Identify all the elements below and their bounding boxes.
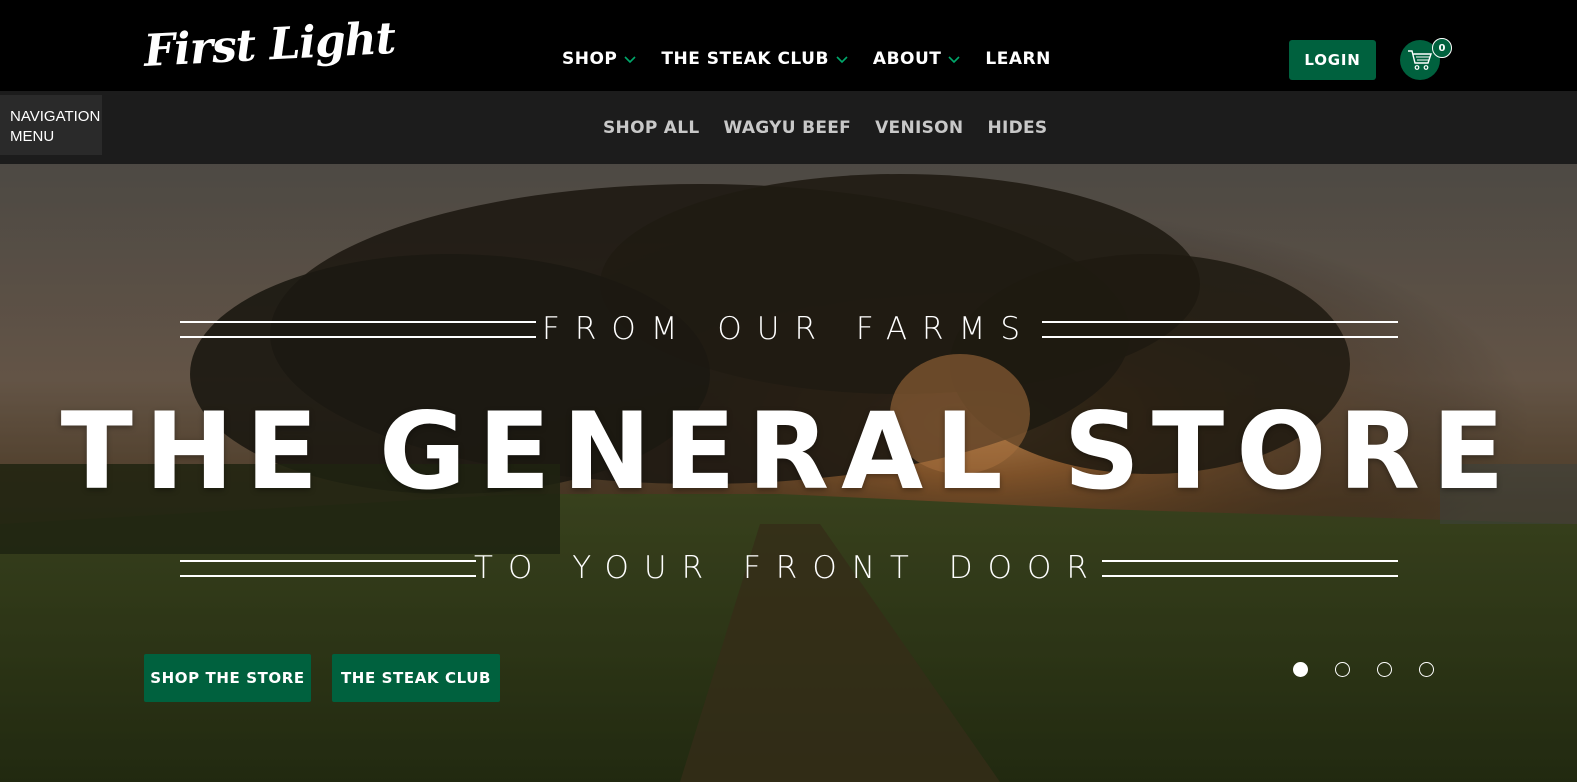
- top-header: First Light SHOP THE STEAK CLUB ABOUT LE…: [0, 0, 1577, 91]
- nav-item-steak-club[interactable]: THE STEAK CLUB: [661, 47, 849, 71]
- hero-banner: FROM OUR FARMS THE GENERAL STORE TO YOUR…: [0, 164, 1577, 782]
- main-nav: SHOP THE STEAK CLUB ABOUT LEARN: [562, 47, 1075, 71]
- chevron-down-icon: [836, 56, 848, 64]
- carousel-dot-4[interactable]: [1419, 662, 1434, 677]
- carousel-dot-3[interactable]: [1377, 662, 1392, 677]
- first-light-logo[interactable]: First Light: [143, 13, 397, 80]
- nav-item-label: SHOP: [562, 49, 618, 69]
- hero-eyebrow: FROM OUR FARMS: [541, 311, 1035, 347]
- carousel-dot-1[interactable]: [1293, 662, 1308, 677]
- nav-item-label: LEARN: [985, 49, 1051, 69]
- hero-tagline: TO YOUR FRONT DOOR: [474, 550, 1103, 586]
- nav-item-label: ABOUT: [872, 49, 942, 69]
- subnav-item-wagyu-beef[interactable]: WAGYU BEEF: [724, 118, 852, 138]
- nav-item-label: THE STEAK CLUB: [661, 49, 829, 69]
- cart-count-badge: 0: [1432, 38, 1452, 58]
- shop-sub-nav: SHOP ALL WAGYU BEEF VENISON HIDES: [603, 118, 1071, 138]
- subnav-item-hides[interactable]: HIDES: [987, 118, 1047, 138]
- carousel-dot-2[interactable]: [1335, 662, 1350, 677]
- shopping-cart-icon: [1408, 50, 1432, 70]
- subnav-item-venison[interactable]: VENISON: [875, 118, 963, 138]
- navigation-menu-button[interactable]: NAVIGATION MENU: [0, 95, 102, 155]
- subnav-item-shop-all[interactable]: SHOP ALL: [603, 118, 700, 138]
- shop-the-store-button[interactable]: SHOP THE STORE: [144, 654, 311, 702]
- nav-item-about[interactable]: ABOUT: [873, 47, 961, 71]
- the-steak-club-button[interactable]: THE STEAK CLUB: [332, 654, 500, 702]
- nav-item-shop[interactable]: SHOP: [562, 47, 637, 71]
- hero-headline: THE GENERAL STORE: [60, 390, 1517, 513]
- chevron-down-icon: [624, 56, 636, 64]
- chevron-down-icon: [948, 56, 960, 64]
- carousel-pagination: [1293, 662, 1434, 677]
- login-button[interactable]: LOGIN: [1289, 40, 1376, 80]
- nav-item-learn[interactable]: LEARN: [985, 47, 1050, 71]
